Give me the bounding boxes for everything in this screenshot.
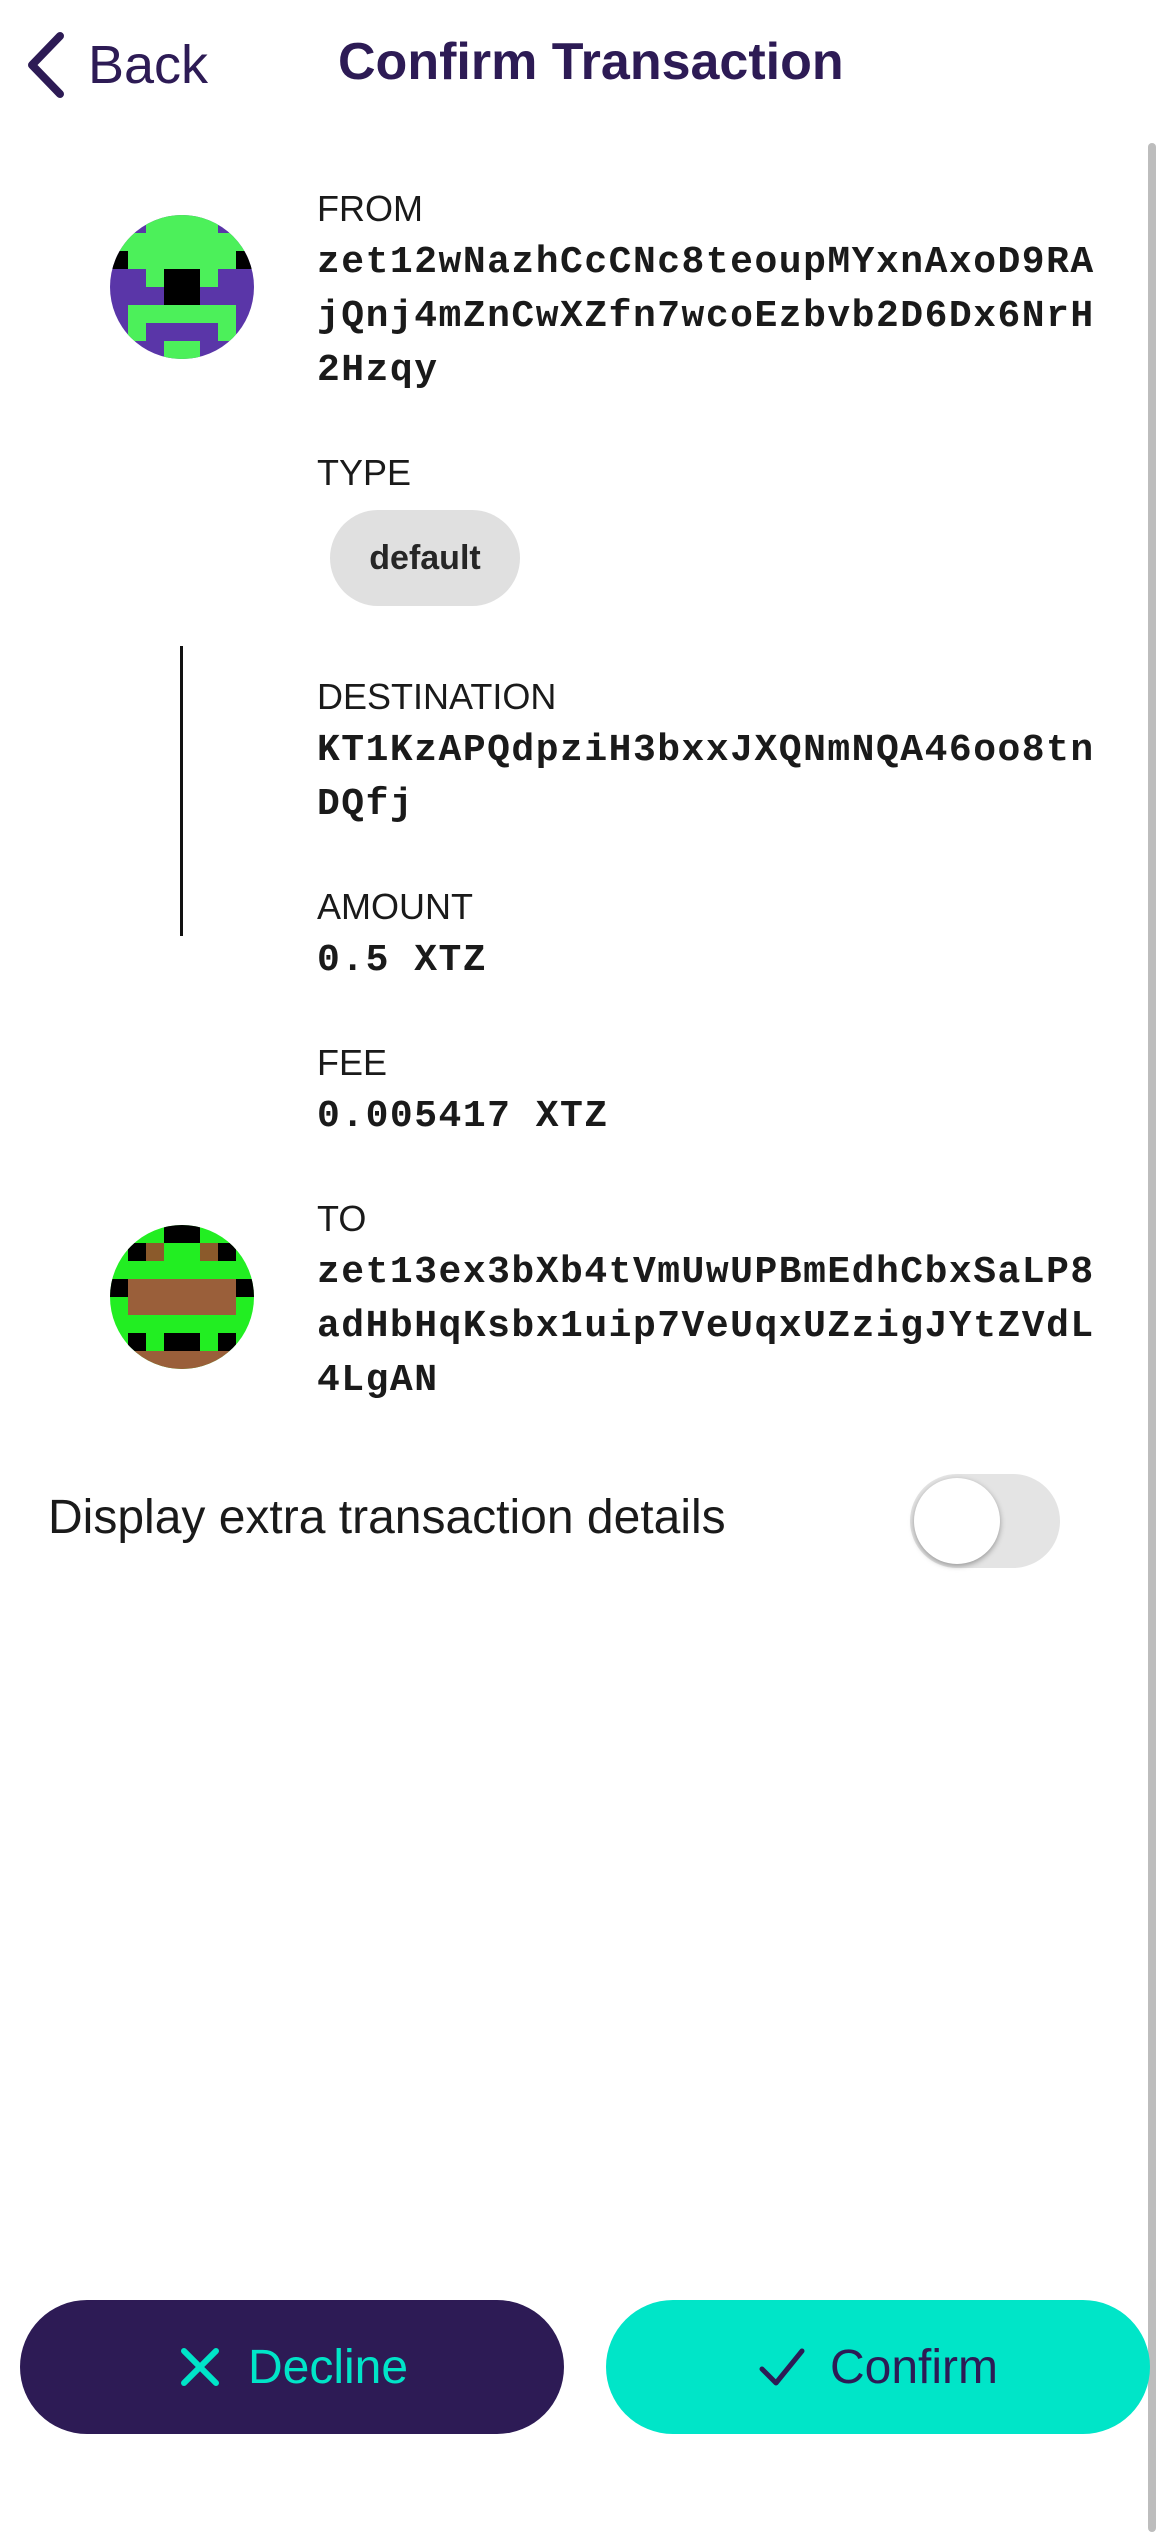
fee-value: 0.005417 XTZ	[317, 1095, 609, 1138]
type-badge: default	[330, 510, 520, 606]
close-icon	[180, 2348, 219, 2386]
from-avatar	[110, 215, 254, 359]
back-button[interactable]: Back	[22, 30, 208, 100]
destination-label: DESTINATION	[317, 676, 557, 717]
type-label: TYPE	[317, 452, 412, 493]
header: Back Confirm Transaction	[0, 0, 1170, 130]
destination-address: KT1KzAPQdpziH3bxxJXQNmNQA46oo8tnDQfj	[317, 729, 1095, 826]
toggle-knob	[914, 1478, 1000, 1564]
from-address: zet12wNazhCcCNc8teoupMYxnAxoD9RAjQnj4mZn…	[317, 241, 1095, 392]
to-label: TO	[317, 1198, 367, 1239]
to-avatar	[110, 1225, 254, 1369]
page-title: Confirm Transaction	[338, 33, 844, 91]
extra-details-label: Display extra transaction details	[48, 1491, 726, 1544]
back-label: Back	[88, 35, 209, 95]
fee-label: FEE	[317, 1042, 388, 1083]
checkmark-icon	[759, 2348, 805, 2386]
from-label: FROM	[317, 188, 423, 229]
amount-label: AMOUNT	[317, 886, 473, 927]
to-address: zet13ex3bXb4tVmUwUPBmEdhCbxSaLP8adHbHqKs…	[317, 1251, 1095, 1402]
extra-details-row: Display extra transaction details	[48, 1470, 1068, 1580]
decline-button[interactable]: Decline	[20, 2300, 564, 2434]
connector-line	[180, 646, 183, 936]
scrollbar[interactable]	[1148, 143, 1156, 2532]
confirm-label: Confirm	[829, 2340, 999, 2394]
decline-label: Decline	[247, 2340, 409, 2394]
extra-details-toggle[interactable]	[910, 1474, 1060, 1568]
confirm-button[interactable]: Confirm	[606, 2300, 1150, 2434]
chevron-left-icon	[28, 32, 64, 98]
amount-value: 0.5 XTZ	[317, 939, 488, 982]
